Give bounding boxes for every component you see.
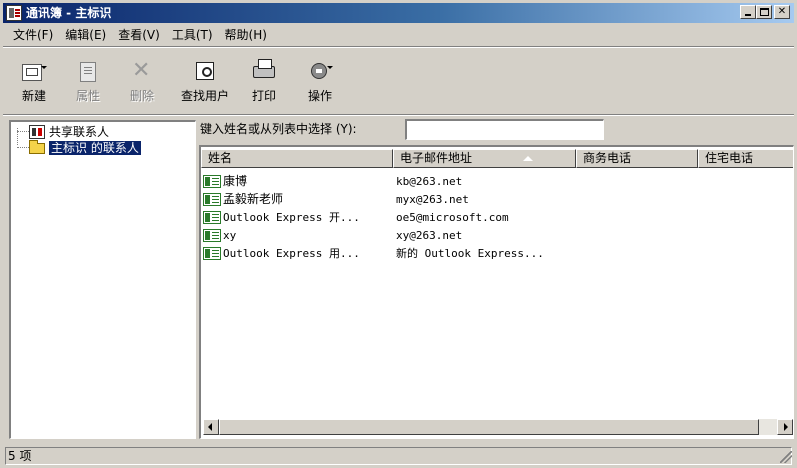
window-title: 通讯簿 - 主标识	[26, 6, 112, 20]
contact-list: 姓名 电子邮件地址 商务电话 住宅电话 康博 kb@263.net 孟毅新老师 …	[199, 145, 794, 439]
column-header-email[interactable]: 电子邮件地址	[393, 149, 576, 168]
title-bar[interactable]: 通讯簿 - 主标识 ✕	[3, 3, 794, 23]
folder-open-icon	[29, 140, 45, 154]
contact-row[interactable]: 孟毅新老师 myx@263.net	[203, 191, 793, 208]
toolbar: 新建 属性 ✕ 删除 查找用户 打印 操作	[3, 50, 794, 114]
contact-name: 康博	[223, 174, 248, 188]
maximize-icon	[759, 8, 769, 16]
close-icon: ✕	[777, 6, 787, 17]
tree-item-label: 主标识 的联系人	[49, 141, 141, 155]
tree-connector	[17, 131, 29, 132]
contact-name: xy	[223, 229, 237, 242]
delete-label: 删除	[129, 89, 154, 103]
find-people-icon	[196, 62, 214, 80]
contact-email: myx@263.net	[396, 193, 469, 206]
contact-card-icon	[203, 229, 221, 242]
tree-item-shared-contacts[interactable]: 共享联系人	[29, 124, 109, 140]
delete-button[interactable]: ✕ 删除	[115, 54, 169, 110]
column-header-email-label: 电子邮件地址	[400, 151, 473, 165]
menu-file[interactable]: 文件(F)	[3, 25, 59, 45]
dropdown-arrow-icon[interactable]	[41, 66, 47, 69]
contact-name: 孟毅新老师	[223, 192, 284, 206]
scrollbar-thumb[interactable]	[219, 419, 759, 435]
action-phone-icon	[311, 63, 327, 79]
menu-tools[interactable]: 工具(T)	[166, 25, 219, 45]
properties-icon	[80, 62, 96, 82]
print-label: 打印	[251, 89, 276, 103]
address-book-window: 通讯簿 - 主标识 ✕ 文件(F) 编辑(E) 查看(V) 工具(T) 帮助(H…	[0, 0, 797, 468]
find-people-button[interactable]: 查找用户	[173, 54, 237, 110]
folder-tree: 共享联系人 主标识 的联系人	[9, 120, 196, 439]
menu-view[interactable]: 查看(V)	[112, 25, 166, 45]
contact-name: Outlook Express 开...	[223, 211, 360, 224]
new-contact-icon	[22, 64, 42, 81]
resize-grip-icon[interactable]	[780, 451, 792, 463]
search-label: 键入姓名或从列表中选择 (Y):	[200, 122, 357, 136]
search-input[interactable]	[405, 119, 604, 140]
contact-row[interactable]: Outlook Express 开... oe5@microsoft.com	[203, 209, 793, 226]
tree-item-main-identity-contacts[interactable]: 主标识 的联系人	[29, 140, 141, 156]
menu-bar: 文件(F) 编辑(E) 查看(V) 工具(T) 帮助(H)	[3, 25, 273, 45]
properties-button[interactable]: 属性	[61, 54, 115, 110]
tree-item-label: 共享联系人	[49, 125, 110, 139]
contact-card-icon	[203, 247, 221, 260]
menu-separator	[3, 46, 794, 48]
status-bar: 5 项	[3, 446, 794, 465]
dropdown-arrow-icon[interactable]	[327, 66, 333, 69]
menu-edit[interactable]: 编辑(E)	[59, 25, 112, 45]
scroll-right-button[interactable]	[777, 419, 793, 435]
contact-email: oe5@microsoft.com	[396, 211, 509, 224]
minimize-button[interactable]	[740, 5, 756, 19]
minimize-icon	[745, 14, 751, 16]
contact-name: Outlook Express 用...	[223, 247, 360, 260]
maximize-button[interactable]	[756, 5, 772, 19]
column-header-home-phone[interactable]: 住宅电话	[698, 149, 793, 168]
sort-ascending-icon	[523, 156, 533, 161]
printer-icon	[253, 59, 275, 78]
contact-email: 新的 Outlook Express...	[396, 247, 544, 260]
contact-card-icon	[203, 193, 221, 206]
new-button[interactable]: 新建	[7, 54, 61, 110]
contact-row[interactable]: xy xy@263.net	[203, 227, 793, 244]
action-button[interactable]: 操作	[293, 54, 347, 110]
action-label: 操作	[307, 89, 332, 103]
column-header-name[interactable]: 姓名	[201, 149, 393, 168]
scroll-left-button[interactable]	[203, 419, 219, 435]
status-item-count: 5 项	[5, 447, 792, 465]
column-header-business-phone[interactable]: 商务电话	[576, 149, 698, 168]
address-book-icon[interactable]	[6, 5, 22, 21]
tree-connector	[17, 147, 29, 148]
find-people-label: 查找用户	[180, 89, 229, 103]
properties-label: 属性	[75, 89, 100, 103]
delete-icon: ✕	[132, 58, 151, 83]
toolbar-separator	[3, 114, 794, 116]
horizontal-scrollbar[interactable]	[203, 419, 793, 435]
contact-email: xy@263.net	[396, 229, 463, 242]
contact-row[interactable]: Outlook Express 用... 新的 Outlook Express.…	[203, 245, 793, 262]
contact-email: kb@263.net	[396, 175, 463, 188]
contact-row[interactable]: 康博 kb@263.net	[203, 173, 793, 190]
menu-help[interactable]: 帮助(H)	[219, 25, 273, 45]
new-label: 新建	[21, 89, 46, 103]
close-button[interactable]: ✕	[774, 5, 790, 19]
address-book-icon	[29, 125, 45, 139]
print-button[interactable]: 打印	[237, 54, 291, 110]
contact-card-icon	[203, 211, 221, 224]
contact-card-icon	[203, 175, 221, 188]
